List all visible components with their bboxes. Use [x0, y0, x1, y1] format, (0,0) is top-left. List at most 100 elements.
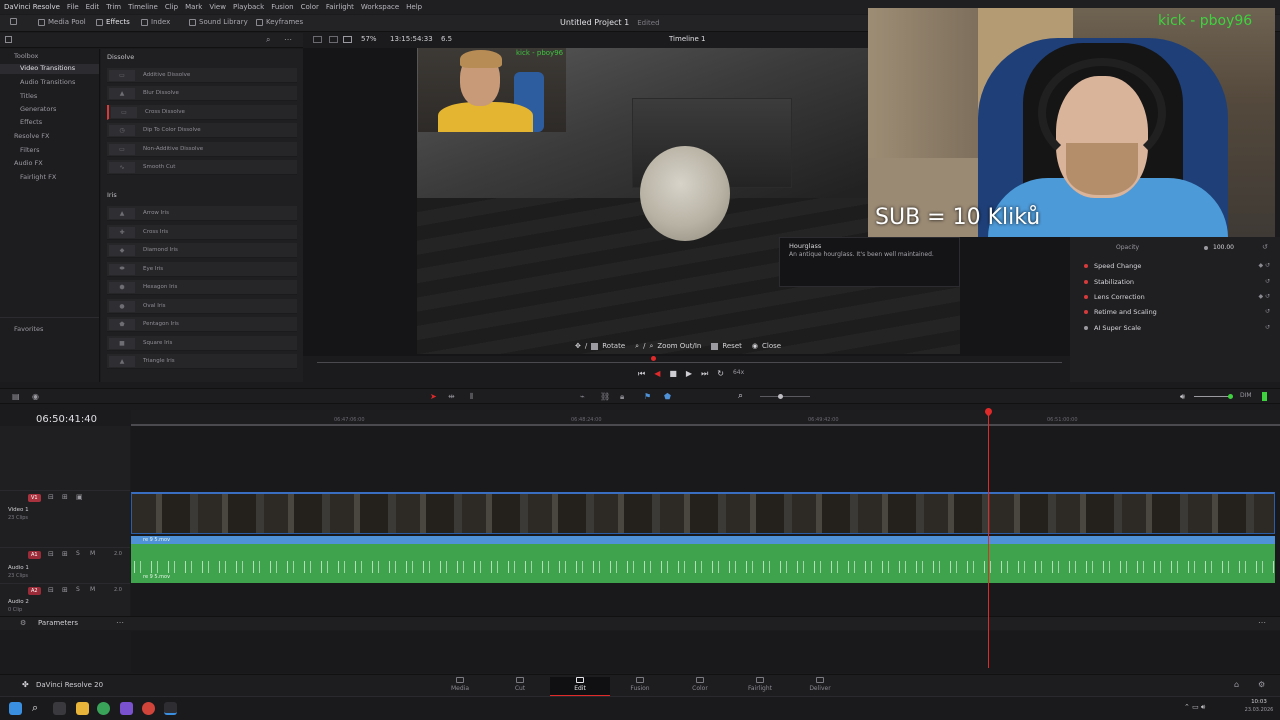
link-icon[interactable]: ⛓ — [600, 392, 610, 401]
reset-icon[interactable]: ◆ ↺ — [1258, 293, 1270, 300]
track-lock-icon[interactable]: ⊟ — [48, 586, 54, 594]
tree-titles[interactable]: Titles — [20, 92, 37, 100]
lock-icon[interactable]: 🔒︎ — [620, 392, 624, 402]
tree-audio-transitions[interactable]: Audio Transitions — [20, 78, 75, 86]
track-header-a2[interactable]: A2 ⊟ ⊞ S M 2.0 Audio 2 0 Clip — [0, 583, 130, 615]
effect-pentagon-iris[interactable]: ⬟ Pentagon Iris — [107, 317, 297, 332]
parameters-icon[interactable]: ⚙ — [20, 619, 26, 627]
page-fairlight[interactable]: Fairlight — [740, 677, 780, 692]
effect-cross-dissolve[interactable]: ▭ Cross Dissolve — [107, 105, 297, 120]
search-icon[interactable]: ⌕ — [32, 701, 38, 715]
more-options-icon[interactable]: ⋯ — [284, 35, 292, 44]
app-icon[interactable] — [142, 702, 155, 715]
trim-tool-icon[interactable]: ⇹ — [448, 392, 455, 401]
menu-clip[interactable]: Clip — [165, 3, 178, 11]
keyframes-button[interactable]: Keyframes — [256, 18, 303, 26]
dim-button[interactable]: DIM — [1240, 392, 1252, 399]
effect-dip-to-color-dissolve[interactable]: ◷ Dip To Color Dissolve — [107, 123, 297, 138]
tree-fairlight-fx[interactable]: Fairlight FX — [20, 173, 56, 181]
task-view-icon[interactable] — [53, 702, 66, 715]
sidebar-toggle-icon[interactable] — [5, 36, 12, 43]
skip-forward-icon[interactable]: ⏭ — [701, 369, 708, 379]
davinci-resolve-icon[interactable] — [164, 702, 177, 715]
track-link-icon[interactable]: ⊞ — [62, 550, 68, 558]
track-header-v1[interactable]: V1 ⊟ ⊞ ▣ Video 1 23 Clips — [0, 490, 130, 536]
media-pool-button[interactable]: Media Pool — [38, 18, 86, 26]
page-cut[interactable]: Cut — [500, 677, 540, 692]
tree-generators[interactable]: Generators — [20, 105, 56, 113]
track-badge-a1[interactable]: A1 — [28, 551, 41, 559]
blade-tool-icon[interactable]: ⫴ — [470, 392, 473, 402]
parameters-lane[interactable] — [131, 631, 1280, 673]
menu-playback[interactable]: Playback — [233, 3, 264, 11]
home-icon[interactable]: ⌂ — [1234, 680, 1239, 689]
opacity-value[interactable]: 100.00 — [1213, 244, 1234, 251]
zoom-slider-knob[interactable] — [778, 394, 783, 399]
effect-hexagon-iris[interactable]: ⬢ Hexagon Iris — [107, 280, 297, 295]
inspector-retime-scaling[interactable]: Retime and Scaling ↺ — [1070, 304, 1280, 319]
opacity-slider-knob[interactable] — [1204, 246, 1208, 250]
effect-blur-dissolve[interactable]: ▲ Blur Dissolve — [107, 86, 297, 101]
menu-fusion[interactable]: Fusion — [271, 3, 293, 11]
track-header-a1[interactable]: A1 ⊟ ⊞ S M 2.0 Audio 1 23 Clips — [0, 547, 130, 583]
chrome-icon[interactable] — [97, 702, 110, 715]
inspector-lens-correction[interactable]: Lens Correction ◆ ↺ — [1070, 289, 1280, 304]
tree-effects[interactable]: Effects — [20, 118, 42, 126]
zoom-slider[interactable] — [760, 396, 810, 397]
solo-button[interactable]: S — [76, 586, 80, 593]
menu-timeline[interactable]: Timeline — [128, 3, 158, 11]
menu-workspace[interactable]: Workspace — [361, 3, 399, 11]
sound-library-button[interactable]: Sound Library — [189, 18, 248, 26]
video-clips-v1[interactable] — [131, 492, 1275, 534]
reset-icon[interactable]: ↺ — [1265, 278, 1270, 285]
layout-icon[interactable]: ▤ — [12, 392, 20, 401]
effect-arrow-iris[interactable]: ▲ Arrow Iris — [107, 206, 297, 221]
menu-trim[interactable]: Trim — [106, 3, 121, 11]
reset-icon[interactable]: ↺ — [1265, 324, 1270, 331]
flag-icon[interactable]: ⚑ — [644, 392, 651, 401]
settings-icon[interactable]: ⚙ — [1258, 680, 1265, 689]
more-options-icon[interactable]: ⋯ — [116, 618, 124, 627]
effect-non-additive-dissolve[interactable]: ▭ Non-Additive Dissolve — [107, 142, 297, 157]
zoom-level[interactable]: 57% — [361, 35, 377, 43]
mute-button[interactable]: M — [90, 586, 95, 593]
tree-toolbox[interactable]: Toolbox — [14, 52, 38, 60]
index-button[interactable]: Index — [141, 18, 170, 26]
viewer-mode-icon[interactable] — [313, 36, 322, 43]
effect-oval-iris[interactable]: ● Oval Iris — [107, 299, 297, 314]
zoom-icon[interactable]: ⌕ — [738, 391, 743, 401]
stop-icon[interactable]: ■ — [669, 369, 677, 379]
tree-video-transitions[interactable]: Video Transitions — [0, 64, 99, 74]
volume-icon[interactable]: 🔊︎ — [1180, 392, 1185, 402]
scrub-playhead[interactable] — [651, 356, 656, 361]
track-lock-icon[interactable]: ⊟ — [48, 550, 54, 558]
audio-clip-a1[interactable]: re 9 5.mov re 9 5.mov — [131, 536, 1275, 583]
selection-tool-icon[interactable]: ➤ — [430, 392, 437, 401]
file-explorer-icon[interactable] — [76, 702, 89, 715]
timeline-ruler[interactable]: 06:47:06:00 06:48:24:00 06:49:42:00 06:5… — [131, 410, 1280, 426]
clock-time[interactable]: 10:03 — [1241, 699, 1277, 705]
track-link-icon[interactable]: ⊞ — [62, 493, 68, 501]
reset-icon[interactable]: ↺ — [1262, 243, 1268, 251]
effect-square-iris[interactable]: ■ Square Iris — [107, 336, 297, 351]
parameters-label[interactable]: Parameters — [38, 619, 78, 627]
volume-slider-knob[interactable] — [1228, 394, 1233, 399]
volume-slider[interactable] — [1194, 396, 1230, 397]
search-icon[interactable]: ⌕ — [266, 35, 270, 45]
menu-mark[interactable]: Mark — [185, 3, 202, 11]
menu-fairlight[interactable]: Fairlight — [326, 3, 354, 11]
page-color[interactable]: Color — [680, 677, 720, 692]
timeline-name[interactable]: Timeline 1 — [669, 35, 705, 43]
effect-eye-iris[interactable]: ⬬ Eye Iris — [107, 262, 297, 277]
inspector-speed-change[interactable]: Speed Change ◆ ↺ — [1070, 258, 1280, 273]
effects-button[interactable]: Effects — [96, 18, 130, 26]
page-fusion[interactable]: Fusion — [620, 677, 660, 692]
system-tray-icons[interactable]: ⌃ ▭ 🔊︎ — [1184, 703, 1205, 712]
tree-filters[interactable]: Filters — [20, 146, 39, 154]
app-icon[interactable] — [120, 702, 133, 715]
track-badge-v1[interactable]: V1 — [28, 494, 41, 502]
effect-smooth-cut[interactable]: ∿ Smooth Cut — [107, 160, 297, 175]
inspector-stabilization[interactable]: Stabilization ↺ — [1070, 274, 1280, 289]
viewer-mode-icon[interactable] — [329, 36, 338, 43]
windows-start-icon[interactable] — [9, 702, 22, 715]
